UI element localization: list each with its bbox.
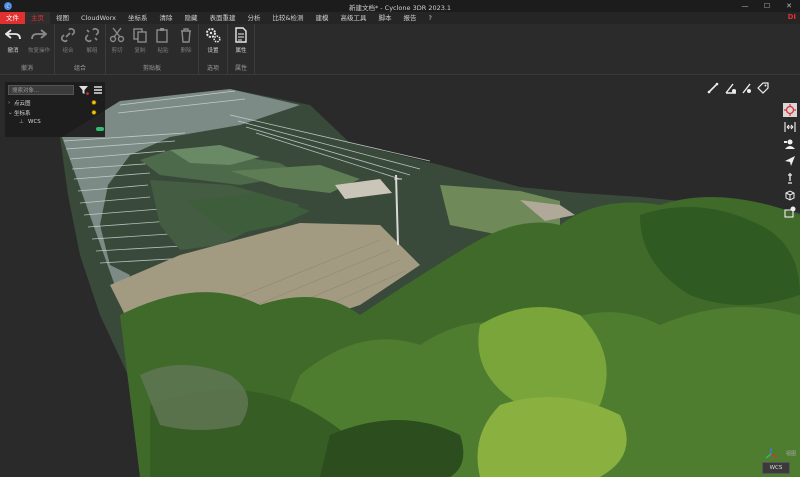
- settings-button[interactable]: 设置: [202, 27, 224, 54]
- tab-analysis[interactable]: 分析: [241, 12, 266, 24]
- properties-button[interactable]: 属性: [230, 27, 252, 54]
- title-bar: Ⓒ 新建文档* - Cyclone 3DR 2023.1 — ☐ ✕: [0, 0, 800, 12]
- group-caption: 撤消: [20, 65, 33, 72]
- tab-hide[interactable]: 隐藏: [178, 12, 203, 24]
- tab-report[interactable]: 报告: [398, 12, 423, 24]
- tree-item-coordinate-system[interactable]: ⌄ 坐标系: [8, 109, 31, 117]
- tab-modeling[interactable]: 建模: [310, 12, 335, 24]
- settings-label: 设置: [207, 48, 219, 54]
- minimize-icon[interactable]: —: [734, 0, 756, 12]
- tab-home[interactable]: 主页: [25, 12, 50, 24]
- measure-distance-icon[interactable]: [706, 81, 720, 95]
- delete-button[interactable]: 删除: [175, 27, 197, 54]
- group-caption: 组合: [73, 65, 86, 72]
- group-combine: 组合 解组 组合: [55, 24, 106, 74]
- group-undo: 撤消 恢复操作 撤消: [0, 24, 55, 74]
- redo-button[interactable]: 恢复操作: [28, 27, 50, 54]
- brand-logo: DI: [787, 13, 796, 21]
- view-label: 视图: [785, 451, 796, 457]
- unlink-icon: [84, 27, 100, 43]
- tree-item-label: 坐标系: [14, 111, 31, 117]
- window-title: 新建文档* - Cyclone 3DR 2023.1: [348, 4, 452, 12]
- tab-script[interactable]: 脚本: [373, 12, 398, 24]
- combine-label: 组合: [62, 48, 74, 54]
- axis-gizmo-icon: [765, 448, 778, 459]
- 3d-viewport[interactable]: 搜索对象... › 点云图 ✹ ⌄ 坐标系 ✹ ⊥ WCS 视图 WCS: [0, 75, 800, 477]
- undo-button[interactable]: 撤消: [2, 27, 24, 54]
- tab-view[interactable]: 视图: [50, 12, 75, 24]
- undo-icon: [5, 29, 21, 40]
- tree-item-label: 点云图: [14, 101, 31, 107]
- properties-label: 属性: [235, 48, 247, 54]
- redo-icon: [31, 29, 47, 40]
- screenshot-icon[interactable]: [783, 205, 797, 219]
- paste-icon: [156, 28, 168, 43]
- document-icon: [235, 27, 247, 43]
- tab-help[interactable]: ?: [423, 12, 438, 24]
- combine-button[interactable]: 组合: [57, 27, 79, 54]
- measure-point-icon[interactable]: [740, 81, 754, 95]
- tab-coordinate-system[interactable]: 坐标系: [122, 12, 154, 24]
- fit-view-icon[interactable]: [783, 120, 797, 134]
- tree-item-wcs[interactable]: ⊥ WCS: [19, 119, 41, 125]
- group-caption: 属性: [234, 65, 247, 72]
- walk-mode-icon[interactable]: [783, 171, 797, 185]
- copy-label: 复制: [134, 48, 146, 54]
- object-tree-panel: 搜索对象... › 点云图 ✹ ⌄ 坐标系 ✹ ⊥ WCS: [5, 82, 105, 137]
- cut-button[interactable]: 剪切: [106, 27, 128, 54]
- undo-label: 撤消: [7, 48, 19, 54]
- cube-view-icon[interactable]: [783, 188, 797, 202]
- delete-label: 删除: [180, 48, 192, 54]
- gears-icon: [206, 28, 221, 43]
- filter-icon[interactable]: [79, 85, 89, 95]
- navigation-target-icon[interactable]: [783, 103, 797, 117]
- tree-item-label: WCS: [28, 119, 41, 125]
- trash-icon: [181, 28, 191, 43]
- menu-bar: 文件 主页 视图 CloudWorx 坐标系 清除 隐藏 表面重建 分析 比较&…: [0, 12, 800, 24]
- paste-button[interactable]: 粘贴: [152, 27, 174, 54]
- ungroup-button[interactable]: 解组: [81, 27, 103, 54]
- paste-label: 粘贴: [157, 48, 169, 54]
- group-clipboard: 剪切 复制 粘贴 删除 剪贴板: [106, 24, 199, 74]
- tab-clean[interactable]: 清除: [153, 12, 178, 24]
- ungroup-label: 解组: [86, 48, 98, 54]
- camera-person-icon[interactable]: [783, 137, 797, 151]
- close-icon[interactable]: ✕: [778, 0, 800, 12]
- search-input[interactable]: 搜索对象...: [8, 85, 74, 95]
- link-icon: [60, 27, 76, 43]
- tab-cloudworx[interactable]: CloudWorx: [75, 12, 122, 24]
- group-caption: 选项: [206, 65, 219, 72]
- light-bulb-icon[interactable]: ✹: [91, 100, 97, 107]
- list-menu-icon[interactable]: [93, 85, 103, 95]
- axes-icon: ⊥: [19, 119, 24, 125]
- group-caption: 剪贴板: [142, 65, 161, 72]
- label-tag-icon[interactable]: [756, 81, 770, 95]
- tab-surface-reconstruction[interactable]: 表面重建: [203, 12, 241, 24]
- point-cloud-scene[interactable]: [0, 75, 800, 477]
- tab-compare-inspect[interactable]: 比较&检测: [266, 12, 309, 24]
- ribbon: 撤消 恢复操作 撤消 组合 解组 组合 剪切 复制 粘贴 删除 剪贴板 设置 选…: [0, 24, 800, 75]
- tree-item-point-cloud[interactable]: › 点云图: [8, 99, 31, 107]
- navigate-arrow-icon[interactable]: [783, 154, 797, 168]
- wcs-selector[interactable]: WCS: [762, 462, 790, 474]
- visibility-toggle[interactable]: [96, 127, 104, 131]
- measure-angle-icon[interactable]: [724, 81, 738, 95]
- maximize-icon[interactable]: ☐: [756, 0, 778, 12]
- group-options: 设置 选项: [199, 24, 228, 74]
- copy-button[interactable]: 复制: [129, 27, 151, 54]
- redo-label: 恢复操作: [28, 48, 51, 54]
- group-properties: 属性 属性: [228, 24, 255, 74]
- light-bulb-icon[interactable]: ✹: [91, 110, 97, 117]
- tab-advanced-tools[interactable]: 高级工具: [335, 12, 373, 24]
- cut-label: 剪切: [111, 48, 123, 54]
- scissors-icon: [109, 27, 125, 43]
- tab-file[interactable]: 文件: [0, 12, 25, 24]
- copy-icon: [133, 28, 147, 43]
